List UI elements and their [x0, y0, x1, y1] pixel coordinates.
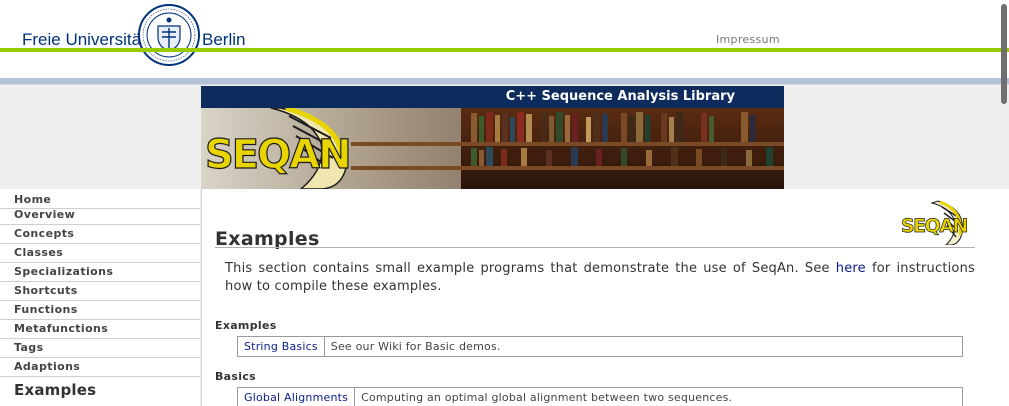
- example-description: See our Wiki for Basic demos.: [330, 340, 501, 353]
- impressum-link[interactable]: Impressum: [716, 33, 780, 46]
- example-link-string-basics[interactable]: String Basics: [238, 337, 325, 356]
- banner-library-image: SEQAN: [201, 108, 784, 189]
- seqan-logo-icon: SEQAN: [901, 200, 969, 245]
- title-divider: [215, 247, 975, 248]
- fu-name-left[interactable]: Freie Universität: [22, 30, 146, 50]
- sidebar-item-classes[interactable]: Classes: [0, 244, 200, 263]
- sidebar-item-tags[interactable]: Tags: [0, 339, 200, 358]
- example-row: Global Alignments Computing an optimal g…: [237, 387, 963, 406]
- intro-paragraph: This section contains small example prog…: [225, 260, 975, 296]
- example-description: Computing an optimal global alignment be…: [361, 391, 733, 404]
- sidebar-item-specializations[interactable]: Specializations: [0, 263, 200, 282]
- section-heading-examples: Examples: [215, 319, 277, 332]
- fu-seal-icon[interactable]: [138, 4, 200, 66]
- sidebar-item-metafunctions[interactable]: Metafunctions: [0, 320, 200, 339]
- example-row: String Basics See our Wiki for Basic dem…: [237, 336, 963, 357]
- svg-text:SEQAN: SEQAN: [901, 215, 968, 237]
- vertical-scrollbar-thumb[interactable]: [1001, 4, 1007, 104]
- sidebar-item-functions[interactable]: Functions: [0, 301, 200, 320]
- sidebar-item-adaptions[interactable]: Adaptions: [0, 358, 200, 377]
- banner-title-strip: C++ Sequence Analysis Library: [201, 86, 784, 108]
- example-link-global-alignments[interactable]: Global Alignments: [238, 388, 356, 406]
- svg-text:SEQAN: SEQAN: [205, 132, 350, 178]
- here-link[interactable]: here: [836, 261, 866, 276]
- section-heading-basics: Basics: [215, 370, 256, 383]
- sidebar-item-overview[interactable]: Overview: [0, 209, 200, 225]
- main-content: SEQAN Examples This section contains sma…: [201, 189, 1009, 406]
- sidebar-item-concepts[interactable]: Concepts: [0, 225, 200, 244]
- fu-name-right[interactable]: Berlin: [202, 30, 245, 50]
- seqan-banner: C++ Sequence Analysis Library SEQAN: [201, 86, 784, 189]
- sidebar-nav: Home Overview Concepts Classes Specializ…: [0, 189, 200, 406]
- fu-header: Freie Universität Berlin Impressum: [0, 0, 1009, 78]
- header-green-rule: [0, 48, 1009, 52]
- sidebar-item-examples[interactable]: Examples: [0, 377, 200, 403]
- intro-text-before: This section contains small example prog…: [225, 261, 836, 276]
- sidebar-item-shortcuts[interactable]: Shortcuts: [0, 282, 200, 301]
- sidebar-item-home[interactable]: Home: [0, 189, 200, 209]
- banner-title: C++ Sequence Analysis Library: [505, 89, 735, 104]
